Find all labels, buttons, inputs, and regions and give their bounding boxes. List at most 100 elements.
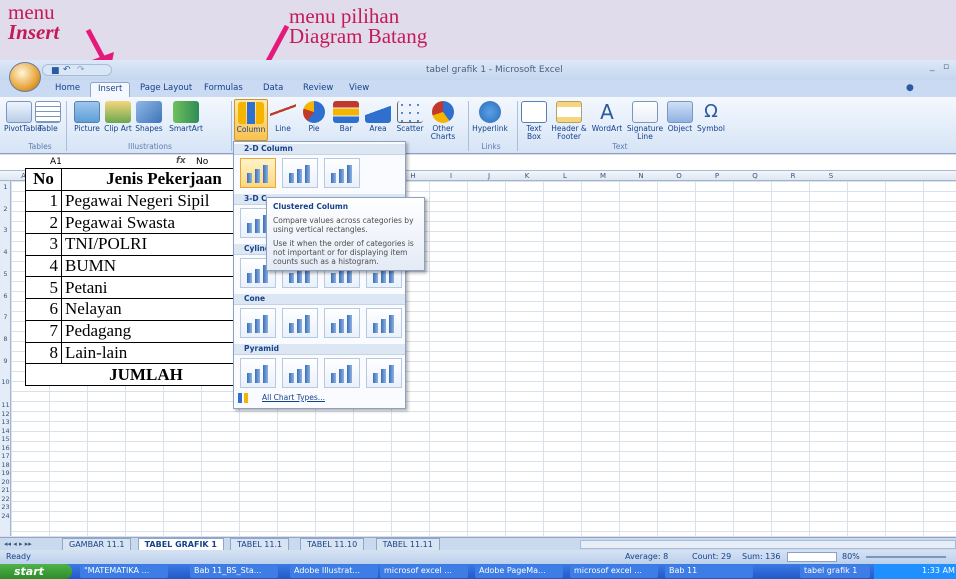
line-chart-button[interactable]: Line bbox=[270, 99, 296, 133]
column-header-m[interactable]: M bbox=[584, 172, 622, 180]
formula-input[interactable]: No bbox=[196, 157, 208, 167]
taskbar-item[interactable]: Bab 11 bbox=[665, 565, 753, 578]
cell-no[interactable]: 2 bbox=[25, 211, 62, 235]
chart-thumb-pyramid-1[interactable] bbox=[240, 358, 276, 388]
row-header-1[interactable]: 1 bbox=[0, 183, 11, 191]
row-header-14[interactable]: 14 bbox=[0, 427, 11, 435]
cell-no[interactable]: 5 bbox=[25, 276, 62, 300]
taskbar-item[interactable]: tabel grafik 1 bbox=[800, 565, 870, 578]
chart-thumb-2d-1[interactable] bbox=[240, 158, 276, 188]
tab-home[interactable]: Home bbox=[48, 82, 87, 97]
column-header-o[interactable]: O bbox=[660, 172, 698, 180]
pivottable-button[interactable]: PivotTable bbox=[4, 99, 42, 133]
fx-icon[interactable]: fx bbox=[176, 156, 186, 166]
taskbar-item[interactable]: microsof excel ... bbox=[380, 565, 468, 578]
zoom-slider[interactable] bbox=[866, 556, 946, 558]
quick-access-toolbar[interactable]: ■ ↶ ↷ bbox=[42, 64, 112, 76]
tab-page-layout[interactable]: Page Layout bbox=[133, 82, 199, 97]
all-chart-types-link[interactable]: All Chart Types... bbox=[262, 393, 325, 402]
tab-review[interactable]: Review bbox=[296, 82, 340, 97]
object-button[interactable]: Object bbox=[666, 99, 694, 133]
column-header-l[interactable]: L bbox=[546, 172, 584, 180]
clip-art-button[interactable]: Clip Art bbox=[104, 99, 132, 133]
picture-button[interactable]: Picture bbox=[70, 99, 104, 133]
row-header-4[interactable]: 4 bbox=[0, 248, 11, 256]
row-header-16[interactable]: 16 bbox=[0, 444, 11, 452]
row-header-9[interactable]: 9 bbox=[0, 357, 11, 365]
tab-insert[interactable]: Insert bbox=[90, 82, 131, 97]
row-header-11[interactable]: 11 bbox=[0, 401, 11, 409]
cell-no[interactable]: 7 bbox=[25, 319, 62, 343]
view-buttons[interactable] bbox=[787, 552, 837, 562]
row-header-17[interactable]: 17 bbox=[0, 452, 11, 460]
chart-thumb-cone-1[interactable] bbox=[240, 308, 276, 338]
chart-thumb-cone-3[interactable] bbox=[324, 308, 360, 338]
tab-view[interactable]: View bbox=[342, 82, 376, 97]
row-header-7[interactable]: 7 bbox=[0, 313, 11, 321]
taskbar-item[interactable]: microsof excel ... bbox=[570, 565, 658, 578]
chart-thumb-2d-3[interactable] bbox=[324, 158, 360, 188]
row-header-20[interactable]: 20 bbox=[0, 478, 11, 486]
column-header-r[interactable]: R bbox=[774, 172, 812, 180]
table-button[interactable]: Table bbox=[34, 99, 62, 133]
tab-formulas[interactable]: Formulas bbox=[197, 82, 250, 97]
row-header-12[interactable]: 12 bbox=[0, 410, 11, 418]
wordart-button[interactable]: A WordArt bbox=[590, 99, 624, 133]
symbol-button[interactable]: Ω Symbol bbox=[696, 99, 726, 133]
area-chart-button[interactable]: Area bbox=[364, 99, 392, 133]
row-header-23[interactable]: 23 bbox=[0, 503, 11, 511]
row-header-5[interactable]: 5 bbox=[0, 270, 11, 278]
tab-data[interactable]: Data bbox=[256, 82, 290, 97]
column-header-i[interactable]: I bbox=[432, 172, 470, 180]
chart-thumb-cone-2[interactable] bbox=[282, 308, 318, 338]
taskbar-item[interactable]: Adobe Illustrat... bbox=[290, 565, 378, 578]
bar-chart-button[interactable]: Bar bbox=[332, 99, 360, 133]
taskbar-item[interactable]: Bab 11_BS_Sta... bbox=[190, 565, 278, 578]
chart-thumb-cone-4[interactable] bbox=[366, 308, 402, 338]
column-header-s[interactable]: S bbox=[812, 172, 850, 180]
save-icon[interactable]: ■ bbox=[51, 66, 60, 76]
cell-no[interactable]: 3 bbox=[25, 233, 62, 256]
column-header-n[interactable]: N bbox=[622, 172, 660, 180]
smartart-button[interactable]: SmartArt bbox=[166, 99, 206, 133]
undo-icon[interactable]: ↶ bbox=[63, 65, 71, 75]
row-header-3[interactable]: 3 bbox=[0, 226, 11, 234]
horizontal-scrollbar[interactable] bbox=[580, 540, 956, 549]
text-box-button[interactable]: Text Box bbox=[520, 99, 548, 141]
header-no[interactable]: No bbox=[25, 168, 62, 191]
row-header-13[interactable]: 13 bbox=[0, 418, 11, 426]
start-button[interactable]: start bbox=[0, 564, 72, 579]
redo-icon[interactable]: ↷ bbox=[77, 65, 85, 75]
cell-no[interactable]: 4 bbox=[25, 254, 62, 278]
column-header-j[interactable]: J bbox=[470, 172, 508, 180]
office-button[interactable] bbox=[9, 62, 41, 92]
row-header-24[interactable]: 24 bbox=[0, 512, 11, 520]
taskbar-item[interactable]: "MATEMATIKA ... bbox=[80, 565, 168, 578]
sheet-nav-icon[interactable]: ◂◂ ◂ ▸ ▸▸ bbox=[4, 540, 32, 548]
column-header-q[interactable]: Q bbox=[736, 172, 774, 180]
chart-thumb-2d-2[interactable] bbox=[282, 158, 318, 188]
chart-thumb-pyramid-2[interactable] bbox=[282, 358, 318, 388]
cell-no[interactable]: 1 bbox=[25, 189, 62, 213]
zoom-level[interactable]: 80% bbox=[842, 552, 860, 561]
other-charts-button[interactable]: Other Charts bbox=[428, 99, 458, 141]
row-header-6[interactable]: 6 bbox=[0, 292, 11, 300]
column-chart-button[interactable]: Column bbox=[234, 99, 268, 141]
signature-line-button[interactable]: Signature Line bbox=[626, 99, 664, 141]
chart-thumb-pyramid-4[interactable] bbox=[366, 358, 402, 388]
help-icon[interactable]: ● bbox=[906, 83, 914, 93]
scatter-chart-button[interactable]: Scatter bbox=[394, 99, 426, 133]
restore-icon[interactable]: ▫ bbox=[943, 62, 949, 72]
row-header-15[interactable]: 15 bbox=[0, 435, 11, 443]
row-header-19[interactable]: 19 bbox=[0, 469, 11, 477]
hyperlink-button[interactable]: Hyperlink bbox=[470, 99, 510, 133]
row-header-10[interactable]: 10 bbox=[0, 378, 11, 386]
column-header-p[interactable]: P bbox=[698, 172, 736, 180]
minimize-icon[interactable]: _ bbox=[930, 62, 935, 72]
cell-no[interactable]: 6 bbox=[25, 298, 62, 321]
cell-no[interactable]: 8 bbox=[25, 341, 62, 365]
taskbar-item[interactable]: Adobe PageMa... bbox=[475, 565, 563, 578]
row-header-18[interactable]: 18 bbox=[0, 461, 11, 469]
header-footer-button[interactable]: Header & Footer bbox=[550, 99, 588, 141]
row-header-8[interactable]: 8 bbox=[0, 335, 11, 343]
